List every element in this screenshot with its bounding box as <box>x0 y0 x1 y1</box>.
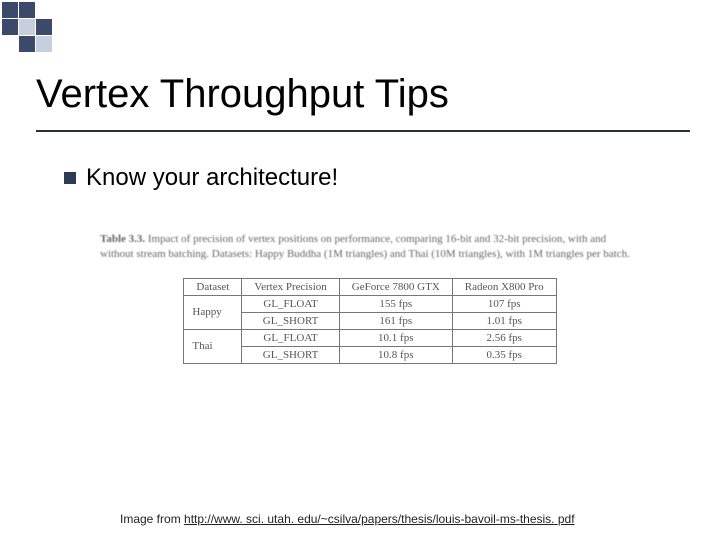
cell-precision: GL_FLOAT <box>242 329 339 346</box>
table-row: Happy GL_FLOAT 155 fps 107 fps <box>184 295 556 312</box>
cell-dataset: Thai <box>184 329 242 363</box>
slide: Vertex Throughput Tips Know your archite… <box>0 0 720 540</box>
table-header-row: Dataset Vertex Precision GeForce 7800 GT… <box>184 278 556 295</box>
performance-table: Dataset Vertex Precision GeForce 7800 GT… <box>183 278 556 364</box>
slide-title: Vertex Throughput Tips <box>36 72 449 117</box>
table-row: Thai GL_FLOAT 10.1 fps 2.56 fps <box>184 329 556 346</box>
col-precision: Vertex Precision <box>242 278 339 295</box>
credit-prefix: Image from <box>120 512 184 526</box>
cell-ati: 1.01 fps <box>452 312 556 329</box>
cell-ati: 107 fps <box>452 295 556 312</box>
table-figure: Table 3.3. Impact of precision of vertex… <box>100 232 640 364</box>
bullet-icon <box>64 172 76 184</box>
col-geforce: GeForce 7800 GTX <box>339 278 452 295</box>
bullet-item: Know your architecture! <box>64 164 338 192</box>
cell-nv: 161 fps <box>339 312 452 329</box>
corner-decoration <box>0 0 71 54</box>
cell-precision: GL_SHORT <box>242 346 339 363</box>
cell-ati: 2.56 fps <box>452 329 556 346</box>
image-credit: Image from http://www. sci. utah. edu/~c… <box>120 512 575 526</box>
cell-ati: 0.35 fps <box>452 346 556 363</box>
credit-link[interactable]: http://www. sci. utah. edu/~csilva/paper… <box>184 512 575 526</box>
cell-dataset: Happy <box>184 295 242 329</box>
caption-body: Impact of precision of vertex positions … <box>100 233 630 260</box>
caption-label: Table 3.3. <box>100 233 145 245</box>
col-dataset: Dataset <box>184 278 242 295</box>
bullet-text: Know your architecture! <box>86 164 338 192</box>
table-caption: Table 3.3. Impact of precision of vertex… <box>100 232 640 262</box>
cell-nv: 10.8 fps <box>339 346 452 363</box>
cell-precision: GL_SHORT <box>242 312 339 329</box>
cell-nv: 10.1 fps <box>339 329 452 346</box>
col-radeon: Radeon X800 Pro <box>452 278 556 295</box>
cell-precision: GL_FLOAT <box>242 295 339 312</box>
title-underline <box>36 130 690 132</box>
cell-nv: 155 fps <box>339 295 452 312</box>
